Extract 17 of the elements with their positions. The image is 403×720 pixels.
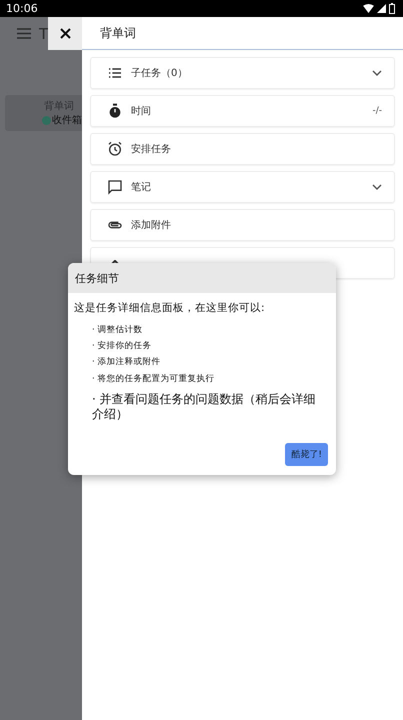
feature-item: · 并查看问题任务的问题数据（稍后会详细介绍） bbox=[92, 392, 317, 423]
feature-item: · 调整估计数 bbox=[92, 325, 144, 336]
feature-item: · 添加注释或附件 bbox=[92, 357, 162, 368]
section-label: 时间 bbox=[131, 104, 152, 118]
section-label: 添加附件 bbox=[131, 218, 172, 232]
feature-item: · 将您的任务配置为可重复执行 bbox=[92, 374, 216, 384]
dialog-intro: 这是任务详细信息面板，在这里你可以: bbox=[74, 301, 266, 315]
section-value: -/- bbox=[372, 106, 382, 116]
section-label: 笔记 bbox=[131, 181, 152, 194]
task-list-name: 收件箱 bbox=[52, 114, 82, 127]
panel-title: 背单词 bbox=[82, 17, 403, 50]
status-time: 10:06 bbox=[6, 2, 38, 15]
section-label: 安排任务 bbox=[131, 142, 172, 156]
section-label: 子任务（0） bbox=[131, 67, 188, 80]
dialog-title: 任务细节 bbox=[68, 263, 336, 293]
app-title: T bbox=[39, 24, 48, 42]
feature-item: · 安排你的任务 bbox=[92, 341, 152, 352]
